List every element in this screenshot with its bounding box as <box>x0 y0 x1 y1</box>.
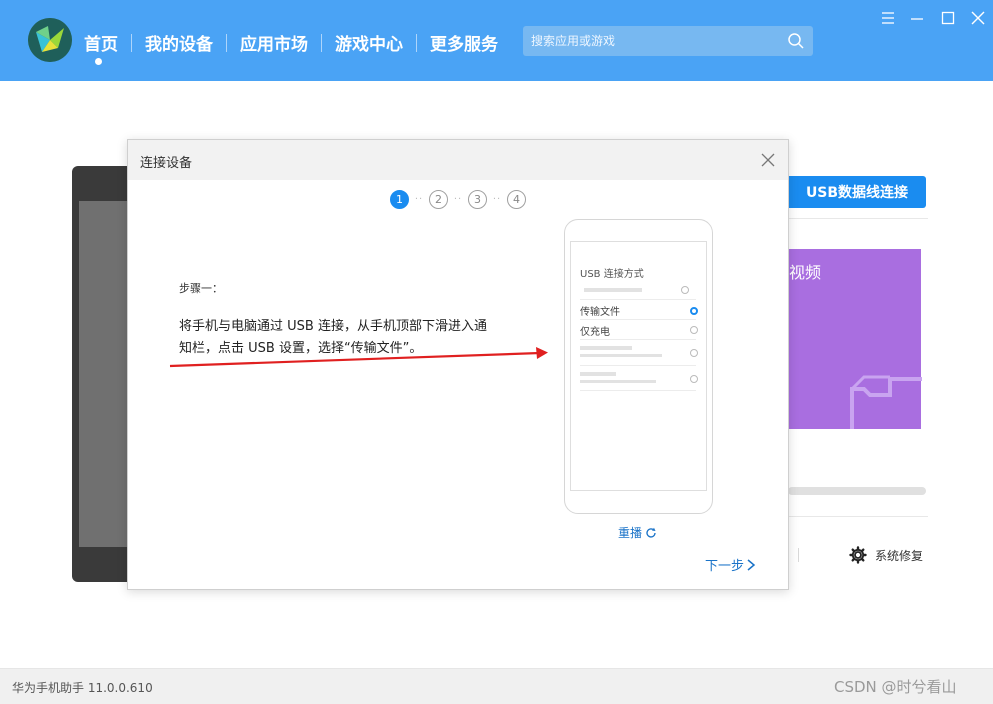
step-connector: ·· <box>492 194 502 205</box>
minimize-icon[interactable] <box>909 10 925 26</box>
radio-selected <box>690 307 698 315</box>
system-repair-label: 系统修复 <box>875 548 924 563</box>
nav-game-center[interactable]: 游戏中心 <box>322 30 416 55</box>
step-heading: 步骤一： <box>179 282 223 295</box>
nav-more-services[interactable]: 更多服务 <box>417 30 511 55</box>
radio-placeholder <box>681 286 689 294</box>
watermark: CSDN @时兮看山 <box>834 678 957 696</box>
chevron-right-icon <box>747 558 756 571</box>
step-2: 2 <box>429 190 448 209</box>
system-repair-button[interactable]: 系统修复 <box>849 546 923 564</box>
usb-option-transfer: 传输文件 <box>580 299 698 319</box>
step-connector: ·· <box>453 194 463 205</box>
active-indicator <box>95 58 102 65</box>
step-1: 1 <box>390 190 409 209</box>
placeholder-bar <box>580 346 632 350</box>
top-bar: 首页 我的设备 应用市场 游戏中心 更多服务 <box>0 0 993 81</box>
folder-icon <box>850 375 922 429</box>
usb-option-label: 仅充电 <box>580 327 610 338</box>
gear-icon <box>849 546 867 564</box>
placeholder-bar <box>580 354 662 357</box>
search-icon[interactable] <box>787 32 805 50</box>
step-3: 3 <box>468 190 487 209</box>
search-input[interactable] <box>531 32 781 50</box>
replay-label: 重播 <box>618 526 643 540</box>
close-icon[interactable] <box>970 10 986 26</box>
nav-my-devices[interactable]: 我的设备 <box>132 30 226 55</box>
radio-unselected <box>690 326 698 334</box>
connect-device-dialog: 连接设备 1 ·· 2 ·· 3 ·· 4 步骤一： 将手机与电脑通过 USB … <box>127 139 789 590</box>
divider <box>788 218 928 219</box>
usb-option-placeholder <box>580 365 698 391</box>
usb-connect-button[interactable]: USB数据线连接 <box>788 176 926 208</box>
radio-placeholder <box>690 375 698 383</box>
app-logo <box>28 18 72 62</box>
divider <box>798 548 799 562</box>
divider <box>788 516 928 517</box>
storage-progress <box>788 487 926 495</box>
nav-home[interactable]: 首页 <box>84 30 131 65</box>
close-icon[interactable] <box>760 152 776 168</box>
placeholder-bar <box>580 372 616 376</box>
nav-home-label: 首页 <box>84 35 118 55</box>
radio-placeholder <box>690 349 698 357</box>
device-screen <box>79 201 132 547</box>
phone-illustration-screen: USB 连接方式 传输文件 仅充电 <box>570 241 707 491</box>
dialog-titlebar: 连接设备 <box>128 140 788 180</box>
placeholder-bar <box>584 288 642 292</box>
dialog-title: 连接设备 <box>140 156 193 171</box>
next-step-button[interactable]: 下一步 <box>705 555 756 574</box>
usb-option-label: 传输文件 <box>580 307 620 318</box>
nav-app-market[interactable]: 应用市场 <box>227 30 321 55</box>
replay-icon <box>646 527 656 538</box>
status-bar: 华为手机助手 11.0.0.610 CSDN @时兮看山 <box>0 668 993 704</box>
main-nav: 首页 我的设备 应用市场 游戏中心 更多服务 <box>84 30 511 65</box>
device-preview <box>72 166 132 582</box>
usb-mode-title: USB 连接方式 <box>580 269 644 280</box>
step-connector: ·· <box>414 194 424 205</box>
video-card[interactable]: 视频 <box>788 249 922 429</box>
step-4: 4 <box>507 190 526 209</box>
phone-illustration: USB 连接方式 传输文件 仅充电 <box>564 219 713 514</box>
menu-icon[interactable] <box>880 10 896 26</box>
next-step-label: 下一步 <box>705 559 745 574</box>
search-box[interactable] <box>523 26 813 56</box>
replay-button[interactable]: 重播 <box>618 524 657 541</box>
maximize-icon[interactable] <box>940 10 956 26</box>
placeholder-bar <box>580 380 656 383</box>
step-indicator: 1 ·· 2 ·· 3 ·· 4 <box>390 190 526 209</box>
usb-option-charge: 仅充电 <box>580 319 698 339</box>
version-text: 华为手机助手 11.0.0.610 <box>12 681 153 695</box>
video-card-label: 视频 <box>789 263 822 282</box>
red-arrow-annotation <box>169 347 548 368</box>
usb-option-placeholder <box>580 339 698 365</box>
